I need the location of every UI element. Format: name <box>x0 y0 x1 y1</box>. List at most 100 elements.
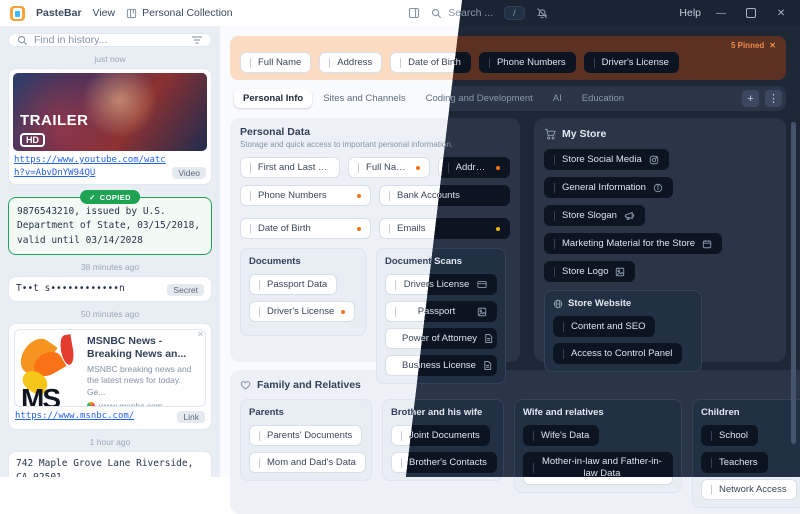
video-type-badge: Video <box>172 167 206 179</box>
history-search-placeholder: Find in history... <box>34 34 185 46</box>
board-scrollbar[interactable] <box>791 122 796 472</box>
link-type-badge: Link <box>177 411 205 423</box>
pinned-clip-address[interactable]: Address <box>319 52 382 73</box>
video-thumb-title: TRAILER <box>20 112 89 129</box>
pinned-clip-drivers-license[interactable]: Driver's License <box>584 52 679 73</box>
collection-label: Personal Collection <box>142 7 232 19</box>
help-menu[interactable]: Help <box>679 7 701 19</box>
clip-marketing-material[interactable]: Marketing Material for the Store <box>544 233 722 254</box>
hd-badge: HD <box>20 133 45 147</box>
group-title: Wife and relatives <box>523 407 673 418</box>
history-item-address[interactable]: 742 Maple Grove Lane Riverside, CA 92501 <box>8 451 212 477</box>
video-url-link[interactable]: https://www.youtube.com/watch?v=AbvDnYW9… <box>14 154 166 179</box>
heart-icon <box>240 380 251 390</box>
copied-text: 9876543210, issued by U.S. Department of… <box>17 205 203 248</box>
msnbc-url-link[interactable]: https://www.msnbc.com/ <box>15 410 171 423</box>
msnbc-logo-text: MS <box>21 383 59 407</box>
clip-access-to-control-panel[interactable]: Access to Control Panel <box>553 343 682 364</box>
close-icon[interactable]: ✕ <box>197 329 204 340</box>
clip-teachers[interactable]: Teachers <box>701 452 768 473</box>
pinned-clip-phone-numbers[interactable]: Phone Numbers <box>479 52 576 73</box>
group-store-website: Store Website Content and SEO Access to … <box>544 290 702 372</box>
cart-icon <box>544 128 556 140</box>
tab-ai[interactable]: AI <box>544 89 571 108</box>
clip-store-logo[interactable]: Store Logo <box>544 261 635 282</box>
history-group-time: 38 minutes ago <box>8 262 212 272</box>
tab-sites-and-channels[interactable]: Sites and Channels <box>314 89 414 108</box>
clip-store-slogan[interactable]: Store Slogan <box>544 205 645 226</box>
panel-title: Family and Relatives <box>257 379 361 391</box>
history-item-secret[interactable]: T••t s••••••••••••n Secret <box>8 276 212 302</box>
more-options-button[interactable]: ⋮ <box>765 90 782 107</box>
video-thumbnail: TRAILER HD <box>13 73 207 151</box>
split-panel-icon[interactable] <box>408 7 420 19</box>
clip-network-access[interactable]: Network Access <box>701 479 797 500</box>
clip-passport-data[interactable]: Passport Data <box>249 274 337 295</box>
tab-personal-info[interactable]: Personal Info <box>234 89 312 108</box>
clip-date-of-birth[interactable]: Date of Birth <box>240 218 371 239</box>
pastebar-logo-icon <box>10 6 25 21</box>
secret-text: T••t s••••••••••••n <box>16 282 161 296</box>
clip-mom-and-dads-data[interactable]: Mom and Dad's Data <box>249 452 366 473</box>
clip-drivers-license[interactable]: Driver's License <box>249 301 355 322</box>
board-icon <box>126 8 137 19</box>
history-group-time: just now <box>8 54 212 64</box>
image-icon <box>615 267 625 277</box>
filter-icon[interactable] <box>191 35 203 45</box>
search-icon <box>431 8 442 19</box>
clip-school[interactable]: School <box>701 425 758 446</box>
document-icon <box>484 333 493 344</box>
clip-phone-numbers[interactable]: Phone Numbers <box>240 185 371 206</box>
maximize-button[interactable] <box>746 8 756 18</box>
search-icon <box>17 35 28 46</box>
history-sidebar: Find in history... just now TRAILER HD h… <box>0 26 220 477</box>
history-item-copied[interactable]: ✓ COPIED 9876543210, issued by U.S. Depa… <box>8 197 212 255</box>
collection-selector[interactable]: Personal Collection <box>126 7 232 19</box>
search-shortcut-key: / <box>504 6 525 20</box>
close-icon[interactable]: ✕ <box>769 41 776 50</box>
image-icon <box>477 307 487 317</box>
clip-full-name[interactable]: Full Name <box>348 157 430 178</box>
scrollbar-thumb[interactable] <box>791 122 796 444</box>
history-item-video[interactable]: TRAILER HD https://www.youtube.com/watch… <box>8 68 212 185</box>
clip-content-and-seo[interactable]: Content and SEO <box>553 316 655 337</box>
menu-pastebar[interactable]: PasteBar <box>36 7 82 19</box>
secret-badge: Secret <box>167 284 204 296</box>
group-title: Children <box>701 407 797 418</box>
pinned-clip-full-name[interactable]: Full Name <box>240 52 311 73</box>
group-title: Parents <box>249 407 363 418</box>
close-button[interactable]: ✕ <box>772 8 790 19</box>
clip-parents-documents[interactable]: Parents' Documents <box>249 425 362 446</box>
link-preview-card: MS MSNBC News - Breaking News an... MSNB… <box>14 329 206 407</box>
favicon-icon <box>87 402 95 408</box>
copied-pill: ✓ COPIED <box>80 190 140 204</box>
clip-general-information[interactable]: General Information <box>544 177 673 198</box>
document-icon <box>483 360 492 371</box>
megaphone-icon <box>624 211 635 221</box>
clip-wifes-data[interactable]: Wife's Data <box>523 425 599 446</box>
clip-address[interactable]: Address <box>438 157 510 178</box>
info-icon <box>653 183 663 193</box>
pinned-count[interactable]: 5 Pinned ✕ <box>731 41 776 50</box>
group-title: Documents <box>249 256 357 267</box>
id-card-icon <box>477 280 487 289</box>
tab-education[interactable]: Education <box>573 89 633 108</box>
panel-title: My Store <box>562 128 606 140</box>
preview-domain: www.msnbc.com <box>87 401 199 408</box>
panel-my-store: My Store Store Social Media General Info… <box>534 118 786 362</box>
preview-description: MSNBC breaking news and the latest news … <box>87 364 199 397</box>
menu-view[interactable]: View <box>93 7 116 19</box>
check-icon: ✓ <box>89 193 96 202</box>
clip-first-and-last-name[interactable]: First and Last Name <box>240 157 340 178</box>
group-title: Store Website <box>568 298 631 309</box>
minimize-button[interactable]: — <box>712 8 730 19</box>
notifications-off-icon[interactable] <box>536 7 548 19</box>
globe-icon <box>553 299 563 309</box>
msnbc-logo: MS <box>21 335 81 401</box>
history-item-link-preview[interactable]: ✕ MS MSNBC News - Breaking News an... MS… <box>8 323 212 430</box>
add-tab-button[interactable]: + <box>742 90 759 107</box>
history-search-input[interactable]: Find in history... <box>8 33 212 47</box>
social-media-icon <box>649 155 659 165</box>
clip-store-social-media[interactable]: Store Social Media <box>544 149 669 170</box>
group-documents: Documents Passport Data Driver's License <box>240 248 366 336</box>
